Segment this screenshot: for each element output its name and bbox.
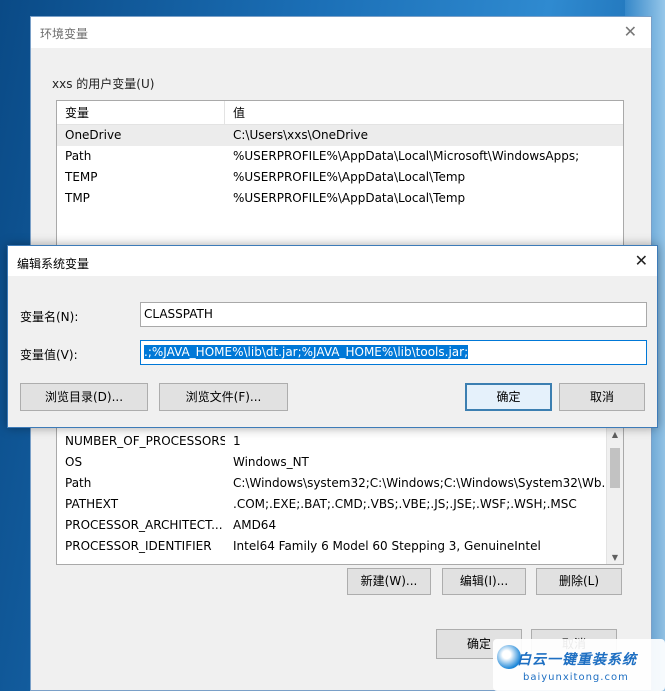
variable-name: NUMBER_OF_PROCESSORS [65,434,225,448]
vertical-scrollbar[interactable]: ▲ ▼ [606,428,623,564]
list-item[interactable]: OneDrive C:\Users\xxs\OneDrive [57,125,623,146]
variable-value: 1 [233,434,241,448]
ok-button[interactable]: 确定 [465,383,552,411]
list-item[interactable]: Path %USERPROFILE%\AppData\Local\Microso… [57,146,623,167]
scroll-up-icon[interactable]: ▲ [607,430,623,439]
list-item[interactable]: PATHEXT .COM;.EXE;.BAT;.CMD;.VBS;.VBE;.J… [57,494,606,515]
variable-value-input[interactable]: .;%JAVA_HOME%\lib\dt.jar;%JAVA_HOME%\lib… [140,340,647,365]
list-item[interactable]: TMP %USERPROFILE%\AppData\Local\Temp [57,188,623,209]
variable-value: .COM;.EXE;.BAT;.CMD;.VBS;.VBE;.JS;.JSE;.… [233,497,577,511]
edit-button[interactable]: 编辑(I)... [442,568,526,595]
variable-name: Path [65,149,92,163]
list-item[interactable]: PROCESSOR_ARCHITECT... AMD64 [57,515,606,536]
variable-name: Path [65,476,92,490]
browse-file-button[interactable]: 浏览文件(F)... [159,383,288,411]
variable-name: TMP [65,191,90,205]
cancel-button[interactable]: 取消 [559,383,645,411]
user-variables-list[interactable]: 变量 值 OneDrive C:\Users\xxs\OneDrive Path… [56,100,624,246]
variable-value-label: 变量值(V): [20,348,78,362]
scroll-down-icon[interactable]: ▼ [607,553,623,562]
variable-value: C:\Windows\system32;C:\Windows;C:\Window… [233,476,606,490]
list-item[interactable]: PROCESSOR_IDENTIFIER Intel64 Family 6 Mo… [57,536,606,557]
user-variables-group-label: xxs 的用户变量(U) [52,77,155,91]
variable-value: AMD64 [233,518,277,532]
env-titlebar: 环境变量 ✕ [31,17,651,48]
list-item[interactable]: OS Windows_NT [57,452,606,473]
column-header-variable[interactable]: 变量 [57,101,225,125]
list-header: 变量 值 [57,101,623,125]
variable-value: Windows_NT [233,455,309,469]
variable-value: %USERPROFILE%\AppData\Local\Microsoft\Wi… [233,149,580,163]
watermark-title: 白云一键重装系统 [517,652,637,668]
list-item[interactable]: Path C:\Windows\system32;C:\Windows;C:\W… [57,473,606,494]
new-button[interactable]: 新建(W)... [347,568,431,595]
variable-name: OS [65,455,83,469]
edit-system-variable-dialog: 编辑系统变量 ✕ 变量名(N): CLASSPATH 变量值(V): .;%JA… [7,245,658,428]
close-icon[interactable]: ✕ [624,22,637,41]
variable-value: C:\Users\xxs\OneDrive [233,128,369,142]
dialog-titlebar: 编辑系统变量 ✕ [8,246,657,276]
variable-name: TEMP [65,170,98,184]
variable-name: OneDrive [65,128,122,142]
close-icon[interactable]: ✕ [635,251,648,270]
variable-name: PATHEXT [65,497,119,511]
list-item[interactable]: NUMBER_OF_PROCESSORS 1 [57,431,606,452]
variable-value: Intel64 Family 6 Model 60 Stepping 3, Ge… [233,539,541,553]
env-window-title: 环境变量 [40,27,89,41]
watermark: 白云一键重装系统 baiyunxitong.com [493,639,665,691]
browse-directory-button[interactable]: 浏览目录(D)... [20,383,148,411]
dialog-title: 编辑系统变量 [17,257,90,271]
system-variables-list[interactable]: NUMBER_OF_PROCESSORS 1 OS Windows_NT Pat… [56,427,624,565]
delete-button[interactable]: 删除(L) [536,568,622,595]
variable-name-label: 变量名(N): [20,310,79,324]
variable-name: PROCESSOR_IDENTIFIER [65,539,212,553]
variable-name: PROCESSOR_ARCHITECT... [65,518,223,532]
watermark-url: baiyunxitong.com [523,672,629,683]
selected-value-text: .;%JAVA_HOME%\lib\dt.jar;%JAVA_HOME%\lib… [144,345,469,359]
scrollbar-thumb[interactable] [610,448,620,488]
variable-name-input[interactable]: CLASSPATH [140,302,647,327]
list-item[interactable]: TEMP %USERPROFILE%\AppData\Local\Temp [57,167,623,188]
column-header-value[interactable]: 值 [225,101,623,125]
variable-value: %USERPROFILE%\AppData\Local\Temp [233,191,466,205]
variable-value: %USERPROFILE%\AppData\Local\Temp [233,170,466,184]
system-variables-rows: NUMBER_OF_PROCESSORS 1 OS Windows_NT Pat… [57,431,606,557]
